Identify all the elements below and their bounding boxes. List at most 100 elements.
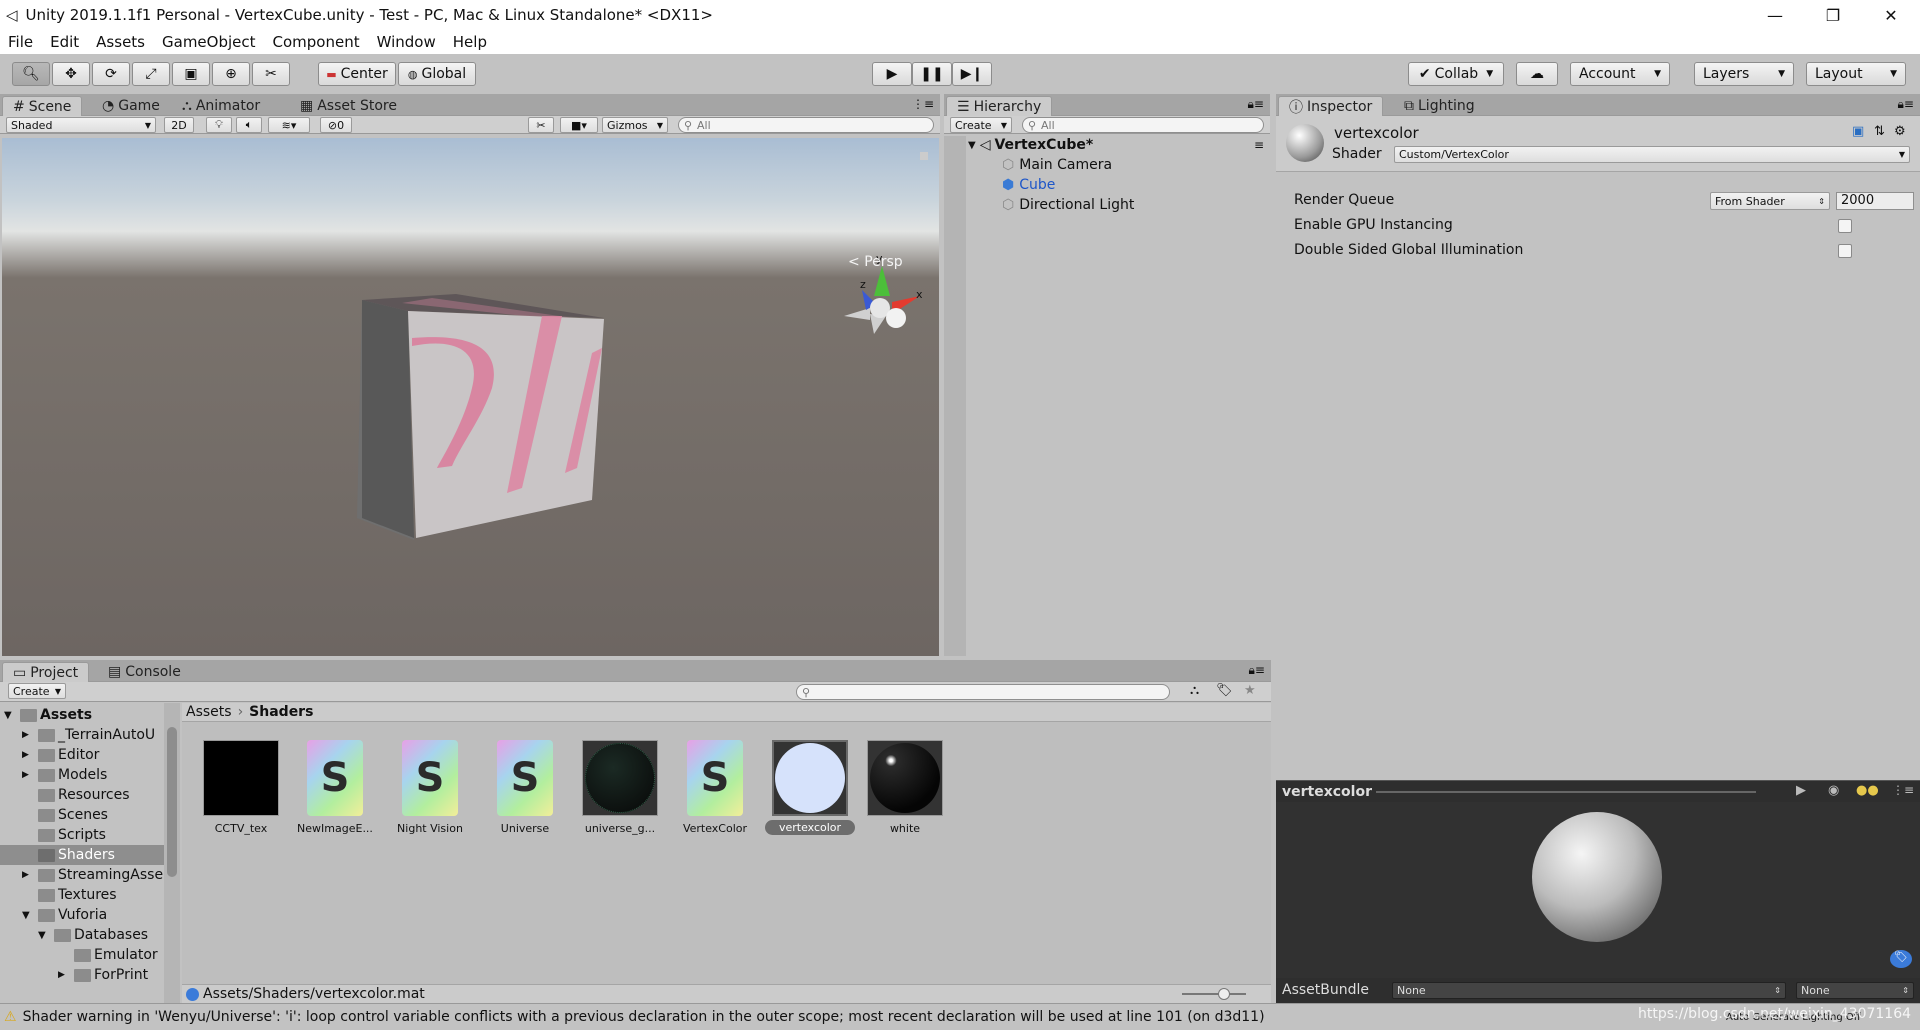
menu-gameobject[interactable]: GameObject	[162, 33, 256, 51]
status-bar[interactable]: ⚠ Shader warning in 'Wenyu/Universe': 'i…	[0, 1003, 1920, 1030]
tree-item[interactable]: Scenes	[0, 805, 164, 825]
asset-item[interactable]: S VertexColor	[670, 740, 760, 835]
persp-camera-label[interactable]: < Persp	[848, 254, 903, 270]
project-search-input[interactable]: ⚲	[796, 684, 1170, 700]
scene-search-input[interactable]: ⚲ All	[678, 117, 934, 133]
tab-project[interactable]: ▭ Project	[2, 662, 90, 682]
pause-button[interactable]: ❚❚	[912, 62, 952, 86]
cloud-button[interactable]: ☁	[1516, 62, 1558, 86]
render-queue-mode-dropdown[interactable]: From Shader ⇕	[1710, 192, 1830, 210]
hierarchy-item[interactable]: ⬢ Cube	[1002, 176, 1055, 194]
effects-dropdown[interactable]: ≋▾	[268, 117, 310, 133]
shader-dropdown[interactable]: Custom/VertexColor ▼	[1394, 146, 1910, 163]
tab-lighting[interactable]: ⧉ Lighting	[1394, 96, 1485, 116]
panel-menu-icon[interactable]: ⋮≡	[912, 97, 934, 111]
transform-tool-button[interactable]: ⊕	[212, 62, 250, 86]
sphere-mesh-icon[interactable]: ◉	[1828, 783, 1839, 798]
breadcrumb-assets[interactable]: Assets	[186, 704, 232, 720]
assetbundle-variant-dropdown[interactable]: None ⇕	[1796, 982, 1914, 999]
scene-tools-button[interactable]: ✂	[528, 117, 554, 133]
lighting-toggle[interactable]: 💡︎	[206, 117, 232, 133]
camera-dropdown[interactable]: ■▾	[560, 117, 598, 133]
tree-item[interactable]: ▼ Vuforia	[0, 905, 164, 925]
tree-item[interactable]: ▼ Databases	[0, 925, 164, 945]
hierarchy-search-input[interactable]: ⚲ All	[1022, 117, 1264, 133]
collab-dropdown[interactable]: ✔ Collab ▼	[1408, 62, 1504, 86]
material-preview-area[interactable]: 🏷︎	[1276, 802, 1920, 978]
tree-item[interactable]: ▶ _TerrainAutoU	[0, 725, 164, 745]
asset-item[interactable]: S Universe	[480, 740, 570, 835]
menu-assets[interactable]: Assets	[96, 33, 145, 51]
move-tool-button[interactable]: ✥	[52, 62, 90, 86]
hierarchy-scene-row[interactable]: ▼ ◁ VertexCube*	[968, 136, 1093, 154]
tree-item[interactable]: ▶ ForPrint	[0, 965, 164, 985]
scene-viewport[interactable]: y x z Persp < Persp	[2, 138, 939, 656]
gear-icon[interactable]: ⚙	[1894, 124, 1906, 139]
menu-window[interactable]: Window	[377, 33, 436, 51]
space-global-toggle[interactable]: ◍ Global	[398, 62, 476, 86]
play-preview-icon[interactable]: ▶	[1796, 783, 1806, 798]
tab-animator[interactable]: ⛬ Animator	[172, 96, 270, 116]
render-queue-value-field[interactable]: 2000	[1836, 192, 1914, 210]
menu-file[interactable]: File	[8, 33, 33, 51]
rect-tool-button[interactable]: ▣	[172, 62, 210, 86]
tree-item[interactable]: ▶ Models	[0, 765, 164, 785]
tag-icon[interactable]: 🏷︎	[1890, 950, 1912, 968]
preview-drag-handle[interactable]	[1376, 791, 1756, 793]
menu-edit[interactable]: Edit	[50, 33, 79, 51]
minimize-button[interactable]: —	[1746, 6, 1804, 25]
asset-item[interactable]: universe_g...	[575, 740, 665, 835]
layout-dropdown[interactable]: Layout ▼	[1806, 62, 1906, 86]
tree-item[interactable]: Scripts	[0, 825, 164, 845]
scale-tool-button[interactable]: ⤢	[132, 62, 170, 86]
help-icon[interactable]: ▣	[1852, 124, 1864, 139]
light-toggle-icon[interactable]: ●●	[1856, 783, 1879, 798]
breadcrumb-current[interactable]: Shaders	[249, 704, 313, 720]
preview-header[interactable]: vertexcolor ▶ ◉ ●● ⋮≡	[1276, 780, 1920, 802]
tree-item[interactable]: Emulator	[0, 945, 164, 965]
tree-item[interactable]: ▶ Editor	[0, 745, 164, 765]
filter-type-icon[interactable]: ⛬	[1190, 683, 1199, 698]
tree-item[interactable]: Resources	[0, 785, 164, 805]
shading-mode-dropdown[interactable]: Shaded ▼	[6, 117, 156, 133]
asset-item[interactable]: S Night Vision	[385, 740, 475, 835]
tree-item-selected[interactable]: Shaders	[0, 845, 164, 865]
menu-help[interactable]: Help	[453, 33, 487, 51]
tree-item[interactable]: Textures	[0, 885, 164, 905]
tab-asset-store[interactable]: ▦ Asset Store	[290, 96, 407, 116]
hidden-objects-toggle[interactable]: ⊘ 0	[320, 117, 352, 133]
restore-button[interactable]: ❐	[1804, 6, 1862, 25]
icon-size-slider[interactable]	[1182, 988, 1246, 1000]
asset-item-selected[interactable]: vertexcolor	[765, 740, 855, 835]
tab-console[interactable]: ▤ Console	[98, 662, 191, 682]
preset-icon[interactable]: ⇅	[1874, 124, 1885, 139]
pivot-center-toggle[interactable]: ▬ Center	[318, 62, 396, 86]
panel-menu-icon[interactable]: 🔒︎≡	[1248, 97, 1264, 112]
icon-size-slider-thumb[interactable]	[1218, 988, 1230, 1000]
gpu-instancing-checkbox[interactable]	[1838, 219, 1852, 233]
tab-hierarchy[interactable]: ☰ Hierarchy	[946, 96, 1053, 116]
hierarchy-item[interactable]: ⬡ Directional Light	[1002, 196, 1134, 214]
2d-toggle[interactable]: 2D	[164, 117, 194, 133]
asset-item[interactable]: CCTV_tex	[196, 740, 286, 835]
hand-tool-button[interactable]: 🔍︎	[12, 62, 50, 86]
assetbundle-name-dropdown[interactable]: None ⇕	[1392, 982, 1786, 999]
step-button[interactable]: ▶❙	[952, 62, 992, 86]
play-button[interactable]: ▶	[872, 62, 912, 86]
project-create-dropdown[interactable]: Create ▼	[8, 683, 66, 699]
tree-item[interactable]: ▶ StreamingAsse	[0, 865, 164, 885]
tree-scrollbar[interactable]	[164, 703, 180, 1003]
panel-menu-icon[interactable]: 🔒︎≡	[1249, 663, 1265, 678]
gizmos-dropdown[interactable]: Gizmos ▼	[602, 117, 668, 133]
close-button[interactable]: ✕	[1862, 6, 1920, 25]
panel-menu-icon[interactable]: 🔒︎≡	[1898, 97, 1914, 112]
tree-item[interactable]: ▼ Assets	[0, 705, 164, 725]
custom-tool-button[interactable]: ✂	[252, 62, 290, 86]
account-dropdown[interactable]: Account ▼	[1570, 62, 1670, 86]
tab-scene[interactable]: # Scene	[2, 96, 83, 116]
audio-toggle[interactable]: 🔈︎	[236, 117, 262, 133]
filter-label-icon[interactable]: 🏷︎	[1216, 683, 1233, 698]
tab-game[interactable]: ◔ Game	[92, 96, 170, 116]
tab-inspector[interactable]: ⓘ Inspector	[1278, 96, 1384, 116]
layers-dropdown[interactable]: Layers ▼	[1694, 62, 1794, 86]
